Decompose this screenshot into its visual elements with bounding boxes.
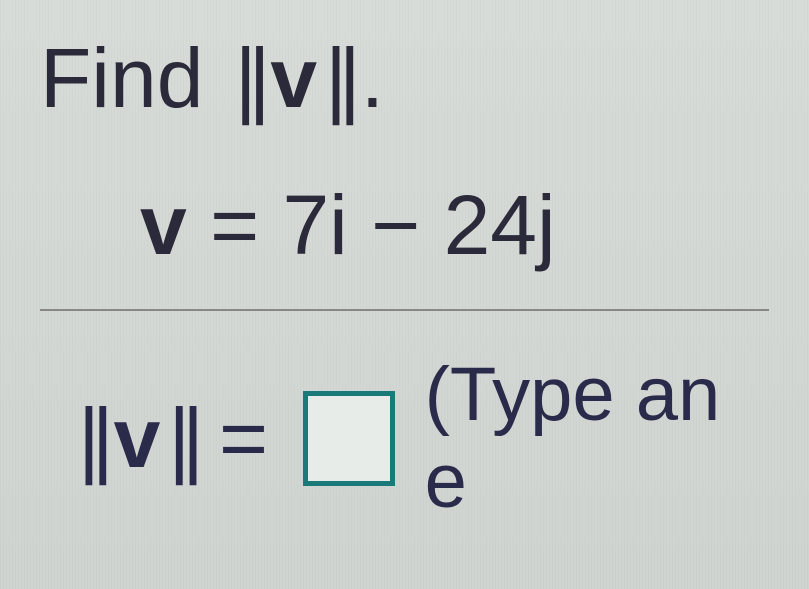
norm-open-bars: ||	[235, 31, 263, 125]
section-divider	[40, 309, 769, 311]
vector-rhs: 7i − 24j	[282, 178, 555, 272]
problem-prompt: Find ||v||.	[40, 30, 769, 127]
answer-norm-expression: ||v||	[70, 390, 204, 487]
answer-equals: =	[219, 390, 268, 487]
answer-norm-open: ||	[78, 391, 106, 485]
answer-norm-close: ||	[168, 391, 196, 485]
norm-close-bars: ||	[325, 31, 353, 125]
answer-hint-text: (Type an e	[425, 351, 769, 525]
prompt-prefix: Find	[40, 31, 227, 125]
answer-vector-v: v	[114, 391, 161, 485]
vector-lhs: v	[140, 178, 187, 272]
equals-sign: =	[210, 178, 259, 272]
problem-content: Find ||v||. v = 7i − 24j ||v|| = (Type a…	[0, 0, 809, 555]
vector-v-symbol: v	[270, 31, 317, 125]
answer-line: ||v|| = (Type an e	[40, 351, 769, 525]
vector-definition: v = 7i − 24j	[40, 177, 769, 274]
answer-input-box[interactable]	[303, 391, 395, 486]
prompt-suffix: .	[361, 31, 384, 125]
